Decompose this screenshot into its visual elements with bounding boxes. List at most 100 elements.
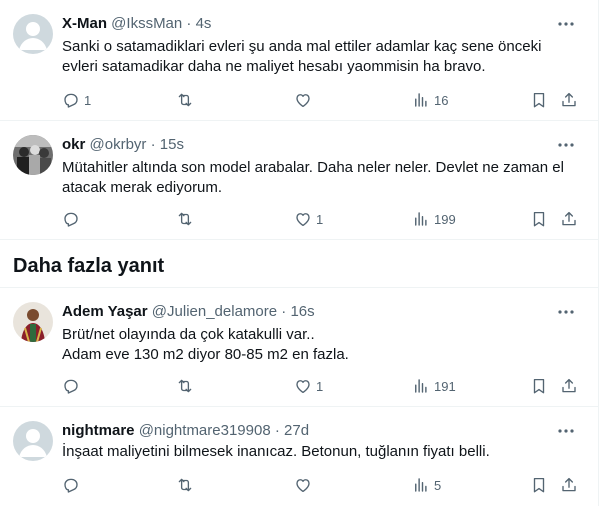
avatar[interactable] (13, 302, 53, 342)
user-handle[interactable]: @IkssMan (111, 15, 182, 32)
tweet-text-line: Sanki o satamadiklari evleri şu anda mal… (62, 38, 542, 55)
reply-button[interactable] (62, 475, 84, 495)
avatar[interactable] (13, 421, 53, 461)
tweet-header: okr @okrbyr · 15s (62, 135, 184, 155)
reply-icon (64, 212, 78, 227)
timestamp[interactable]: 15s (160, 136, 184, 153)
views-count: 5 (434, 477, 442, 493)
tweet-text: Sanki o satamadiklari evleri şu anda mal… (62, 37, 541, 77)
views-count: 199 (434, 211, 456, 227)
views-icon (415, 93, 427, 107)
more-icon[interactable] (556, 421, 576, 441)
like-icon (296, 213, 310, 227)
tweet-actions: 1 191 (56, 376, 586, 396)
tweet[interactable]: Adem Yaşar @Julien_delamore · 16s Brüt/n… (0, 287, 598, 407)
profile-photo (13, 302, 53, 342)
more-icon[interactable] (556, 302, 576, 322)
bookmark-button[interactable] (530, 209, 548, 229)
views-icon (415, 379, 427, 393)
views-button[interactable]: 199 (412, 209, 456, 229)
default-avatar-icon (13, 14, 53, 54)
views-count: 16 (434, 92, 449, 108)
retweet-icon (178, 212, 192, 226)
tweet[interactable]: okr @okrbyr · 15s Mütahitler altında son… (0, 121, 598, 240)
more-icon[interactable] (556, 135, 576, 155)
timestamp[interactable]: 4s (196, 15, 212, 32)
tweet-text: Brüt/net olayında da çok katakulli var..… (62, 325, 349, 365)
like-icon (296, 94, 310, 108)
reply-button[interactable] (62, 376, 84, 396)
timestamp[interactable]: 16s (290, 303, 314, 320)
tweet-text-line: Brüt/net olayında da çok katakulli var.. (62, 326, 315, 343)
user-handle[interactable]: @nightmare319908 (139, 422, 271, 439)
retweet-icon (178, 379, 192, 393)
like-count: 1 (316, 211, 324, 227)
display-name[interactable]: Adem Yaşar (62, 303, 148, 320)
profile-photo (13, 135, 53, 175)
display-name[interactable]: okr (62, 136, 85, 153)
tweet-header: nightmare @nightmare319908 · 27d (62, 421, 309, 441)
tweet-text-line: Adam eve 130 m2 diyor 80-85 m2 en fazla. (62, 346, 349, 363)
tweet-text-line: Mütahitler altında son model arabalar. D… (62, 159, 564, 176)
tweet-header: Adem Yaşar @Julien_delamore · 16s (62, 302, 315, 322)
reply-icon (64, 379, 78, 394)
retweet-button[interactable] (176, 475, 198, 495)
like-button[interactable]: 1 (294, 376, 323, 396)
bookmark-button[interactable] (530, 475, 548, 495)
retweet-button[interactable] (176, 376, 198, 396)
views-button[interactable]: 191 (412, 376, 456, 396)
views-icon (415, 478, 427, 492)
share-button[interactable] (560, 90, 578, 110)
like-button[interactable]: 1 (294, 209, 323, 229)
bookmark-icon (533, 378, 545, 394)
separator-dot: · (150, 136, 156, 153)
tweet-text-line: İnşaat maliyetini bilmesek inanıcaz. Bet… (62, 443, 490, 460)
avatar[interactable] (13, 135, 53, 175)
more-icon[interactable] (556, 14, 576, 34)
bookmark-button[interactable] (530, 376, 548, 396)
share-button[interactable] (560, 376, 578, 396)
retweet-button[interactable] (176, 209, 198, 229)
separator-dot: · (281, 303, 287, 320)
retweet-icon (178, 93, 192, 107)
timestamp[interactable]: 27d (284, 422, 309, 439)
tweet-actions: 5 (56, 475, 586, 495)
reply-button[interactable]: 1 (62, 90, 91, 110)
tweet-header: X-Man @IkssMan · 4s (62, 14, 211, 34)
display-name[interactable]: nightmare (62, 422, 135, 439)
more-replies-heading: Daha fazla yanıt (13, 255, 165, 277)
user-handle[interactable]: @Julien_delamore (152, 303, 277, 320)
like-icon (296, 479, 310, 493)
reply-icon (64, 93, 78, 108)
retweet-button[interactable] (176, 90, 198, 110)
views-count: 191 (434, 378, 456, 394)
share-button[interactable] (560, 475, 578, 495)
tweet[interactable]: X-Man @IkssMan · 4s Sanki o satamadiklar… (0, 0, 598, 121)
views-button[interactable]: 5 (412, 475, 441, 495)
share-button[interactable] (560, 209, 578, 229)
separator-dot: · (274, 422, 280, 439)
tweet[interactable]: nightmare @nightmare319908 · 27d İnşaat … (0, 407, 598, 506)
tweet-actions: 1 199 (56, 209, 586, 229)
tweet-actions: 1 16 (56, 90, 586, 110)
views-button[interactable]: 16 (412, 90, 448, 110)
bookmark-icon (533, 477, 545, 493)
bookmark-icon (533, 92, 545, 108)
views-icon (415, 212, 427, 226)
share-icon (562, 378, 576, 393)
tweet-text: Mütahitler altında son model arabalar. D… (62, 158, 564, 198)
avatar[interactable] (13, 14, 53, 54)
like-icon (296, 380, 310, 394)
share-icon (562, 92, 576, 107)
display-name[interactable]: X-Man (62, 15, 107, 32)
share-icon (562, 211, 576, 226)
like-button[interactable] (294, 475, 316, 495)
like-count: 1 (316, 378, 324, 394)
tweet-text-line: atacak merak ediyorum. (62, 179, 223, 196)
tweet-text: İnşaat maliyetini bilmesek inanıcaz. Bet… (62, 442, 490, 462)
retweet-icon (178, 478, 192, 492)
reply-button[interactable] (62, 209, 84, 229)
bookmark-button[interactable] (530, 90, 548, 110)
like-button[interactable] (294, 90, 316, 110)
user-handle[interactable]: @okrbyr (90, 136, 147, 153)
